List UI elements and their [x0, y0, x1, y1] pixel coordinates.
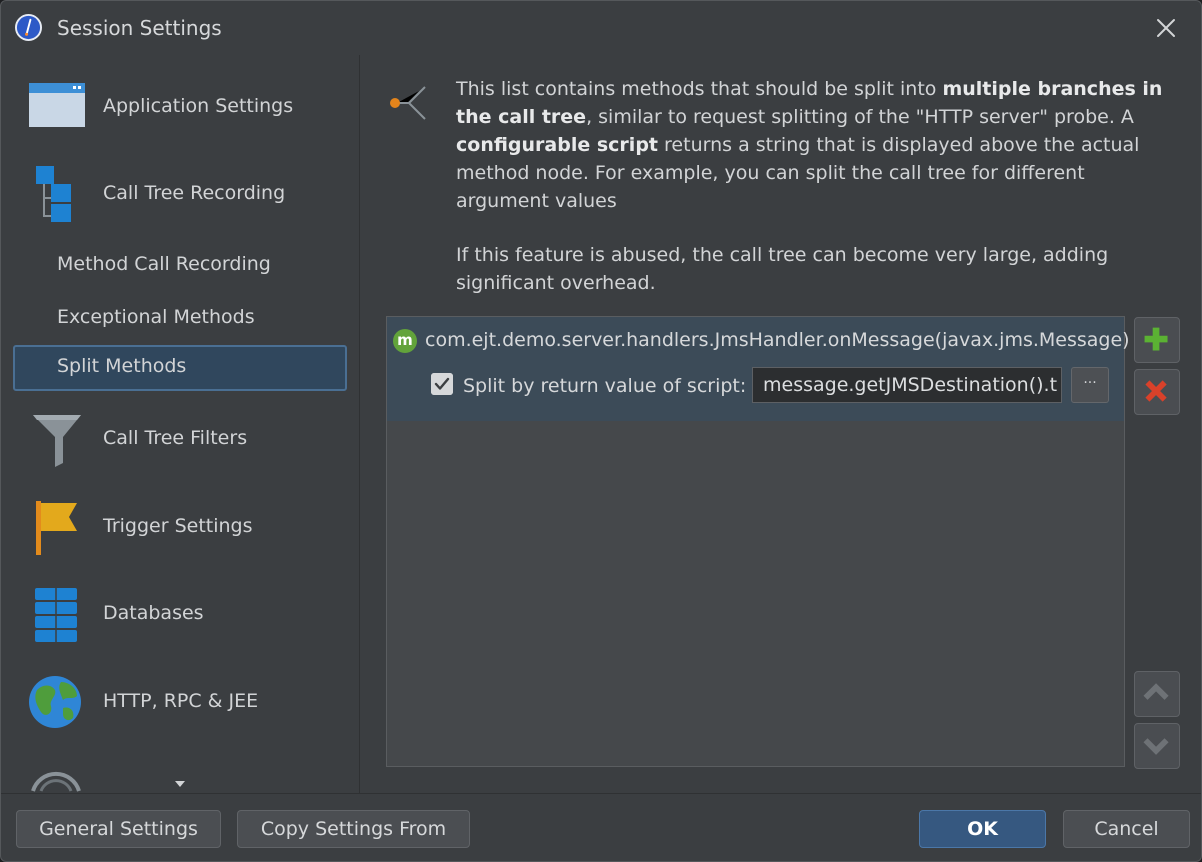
remove-button[interactable] [1134, 369, 1180, 415]
sidebar-item-label: Application Settings [103, 95, 294, 117]
add-button[interactable] [1134, 317, 1180, 363]
cancel-button[interactable]: Cancel [1063, 810, 1190, 848]
description-paragraph-1: This list contains methods that should b… [456, 78, 1163, 212]
list-item[interactable]: m com.ejt.demo.server.handlers.JmsHandle… [387, 317, 1130, 421]
chevron-down-icon [1143, 738, 1169, 755]
remove-icon [1145, 380, 1167, 402]
sidebar-item-label: Call Tree Recording [103, 182, 286, 204]
sidebar-item-call-tree-recording[interactable]: Call Tree Recording [13, 166, 347, 222]
window-title: Session Settings [57, 16, 222, 40]
database-icon [35, 588, 77, 642]
script-input[interactable]: message.getJMSDestination().t [752, 367, 1062, 403]
sidebar-item-label: Split Methods [57, 355, 187, 377]
move-down-button[interactable] [1134, 723, 1180, 769]
chevron-up-icon [1143, 683, 1169, 700]
footer-divider [1, 793, 1201, 794]
application-settings-icon [29, 83, 85, 127]
call-tree-recording-icon [36, 166, 71, 222]
close-icon[interactable] [1151, 13, 1181, 43]
sidebar-item-label: Exceptional Methods [57, 306, 255, 328]
title-bar: Session Settings [1, 1, 1201, 55]
split-branch-icon [390, 86, 432, 120]
globe-icon [29, 676, 81, 728]
sidebar-item-application-settings[interactable]: Application Settings [13, 79, 347, 135]
sidebar-item-label: Method Call Recording [57, 253, 271, 275]
flag-icon [36, 501, 77, 555]
move-up-button[interactable] [1134, 671, 1180, 717]
sidebar-item-label: HTTP, RPC & JEE [103, 690, 259, 712]
sidebar-item-method-call-recording[interactable]: Method Call Recording [13, 243, 347, 287]
scroll-down-arrow-icon[interactable] [173, 779, 187, 789]
description-paragraph-2: If this feature is abused, the call tree… [456, 244, 1109, 294]
sidebar-item-trigger-settings[interactable]: Trigger Settings [13, 499, 347, 555]
vertical-divider [359, 55, 360, 793]
copy-settings-from-button[interactable]: Copy Settings From [237, 810, 470, 848]
sidebar-item-label: Trigger Settings [103, 515, 253, 537]
description-text: This list contains methods that should b… [456, 75, 1176, 297]
general-settings-button[interactable]: General Settings [16, 810, 221, 848]
add-icon [1144, 327, 1168, 351]
settings-sidebar: Application Settings Call Tree Recording… [1, 55, 359, 793]
session-settings-dialog: Session Settings Application Settings Ca… [0, 0, 1202, 862]
sidebar-item-databases[interactable]: Databases [13, 586, 347, 642]
method-signature: com.ejt.demo.server.handlers.JmsHandler.… [425, 329, 1130, 351]
sidebar-item-exceptional-methods[interactable]: Exceptional Methods [13, 296, 347, 340]
split-methods-list[interactable]: m com.ejt.demo.server.handlers.JmsHandle… [386, 316, 1130, 767]
ok-button[interactable]: OK [919, 810, 1046, 848]
sidebar-item-label: Call Tree Filters [103, 427, 248, 449]
split-by-script-checkbox[interactable] [431, 373, 453, 395]
sidebar-item-label: Databases [103, 602, 204, 624]
sidebar-item-call-tree-filters[interactable]: Call Tree Filters [13, 411, 347, 467]
funnel-icon [33, 415, 81, 467]
edit-script-button[interactable]: ··· [1071, 367, 1109, 403]
app-icon [15, 14, 42, 41]
sidebar-item-http-rpc-jee[interactable]: HTTP, RPC & JEE [13, 674, 347, 730]
sidebar-item-partial-icon [31, 771, 81, 792]
split-by-script-label: Split by return value of script: [463, 375, 747, 397]
sidebar-item-split-methods[interactable]: Split Methods [13, 345, 347, 391]
method-icon: m [393, 329, 417, 353]
